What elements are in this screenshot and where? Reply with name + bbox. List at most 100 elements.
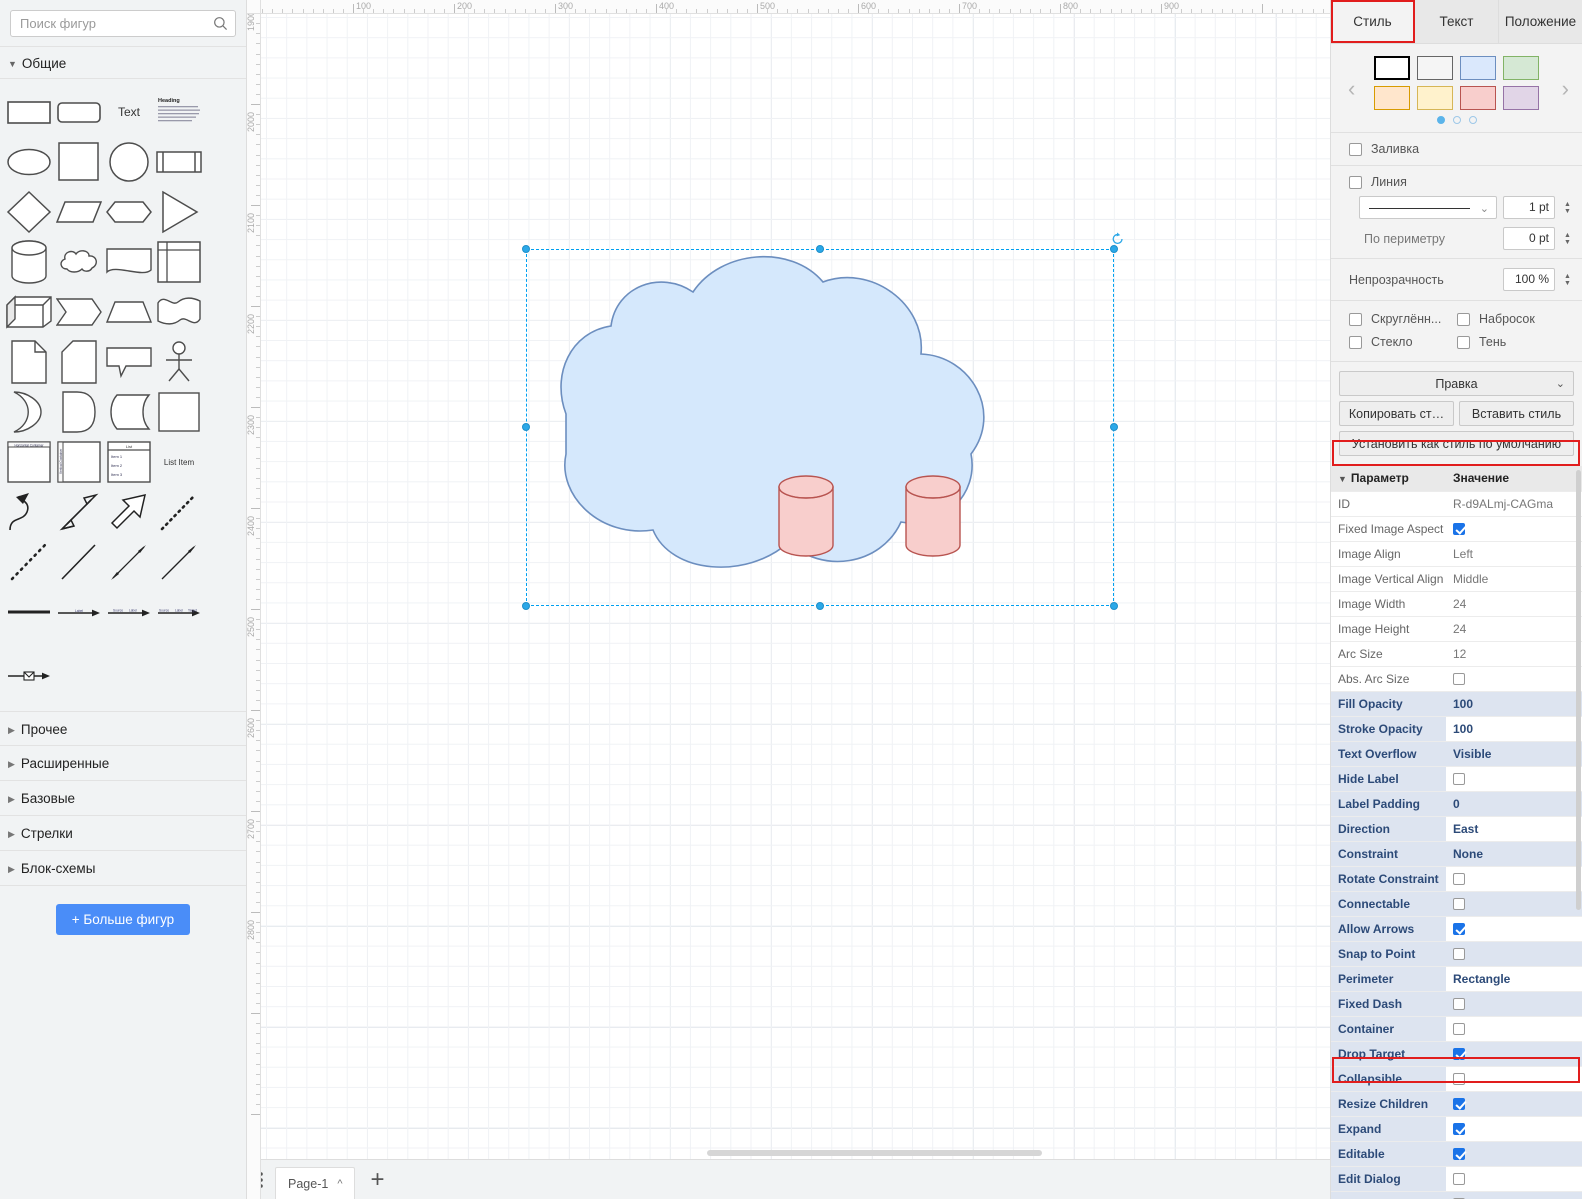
sidebar-category-strelki[interactable]: ▶ Стрелки <box>0 816 246 851</box>
shape-list[interactable]: List Item 1 Item 2 Item 3 <box>104 437 154 487</box>
property-checkbox[interactable] <box>1453 1022 1465 1035</box>
swatch-orange[interactable] <box>1374 86 1410 110</box>
option-shadow[interactable]: Тень <box>1457 335 1582 349</box>
selection-handle-ne[interactable] <box>1110 245 1118 253</box>
property-checkbox[interactable] <box>1453 897 1465 910</box>
canvas-horizontal-scrollbar[interactable] <box>707 1150 1042 1156</box>
selection-handle-e[interactable] <box>1110 423 1118 431</box>
property-value[interactable]: Visible <box>1446 741 1582 767</box>
vertical-ruler[interactable]: 1700180019002000210022002300240025002600… <box>247 14 261 1199</box>
shape-curved-arrow[interactable] <box>4 487 54 537</box>
property-value[interactable]: 100 <box>1446 716 1582 742</box>
paste-style-button[interactable]: Вставить стиль <box>1459 401 1574 426</box>
shape-cylinder[interactable] <box>4 237 54 287</box>
swatch-page-dot-3[interactable] <box>1468 116 1477 124</box>
property-value[interactable]: East <box>1446 816 1582 842</box>
copy-style-button[interactable]: Копировать ст… <box>1339 401 1454 426</box>
property-value[interactable]: 24 <box>1446 616 1582 642</box>
property-row[interactable]: Label Padding 0 <box>1331 791 1582 817</box>
property-row[interactable]: Snap to Point <box>1331 941 1582 967</box>
property-row[interactable]: Edit Dialog <box>1331 1166 1582 1192</box>
property-value[interactable]: 24 <box>1446 591 1582 617</box>
property-checkbox[interactable] <box>1453 1047 1465 1060</box>
property-row[interactable]: Rotate Constraint <box>1331 866 1582 892</box>
property-value[interactable]: Rectangle <box>1446 966 1582 992</box>
property-value[interactable] <box>1446 1141 1582 1167</box>
shape-document[interactable] <box>104 237 154 287</box>
cylinder-shape-1[interactable] <box>778 475 834 557</box>
property-row[interactable]: Image Align Left <box>1331 541 1582 567</box>
cylinder-shape-2[interactable] <box>905 475 961 557</box>
selection-handle-s[interactable] <box>816 602 824 610</box>
property-row[interactable]: Hide Label <box>1331 766 1582 792</box>
shape-cloud[interactable] <box>54 237 104 287</box>
property-value[interactable] <box>1446 666 1582 692</box>
swatch-yellow[interactable] <box>1417 86 1453 110</box>
shape-dashed-line[interactable] <box>4 537 54 587</box>
perimeter-stepper[interactable]: ▲ ▼ <box>1561 232 1574 246</box>
property-table-scrollbar[interactable] <box>1576 470 1581 910</box>
property-row[interactable]: Fill Opacity 100 <box>1331 691 1582 717</box>
shape-directional-line[interactable] <box>154 537 204 587</box>
sidebar-category-prochee[interactable]: ▶ Прочее <box>0 711 246 746</box>
property-value[interactable] <box>1446 891 1582 917</box>
shape-container[interactable] <box>154 387 204 437</box>
shape-edge-with-label-shape[interactable] <box>4 651 54 701</box>
search-shapes-box[interactable] <box>10 10 236 37</box>
property-checkbox[interactable] <box>1453 1097 1465 1110</box>
property-value[interactable] <box>1446 1091 1582 1117</box>
property-value[interactable] <box>1446 941 1582 967</box>
property-row[interactable]: Fixed Image Aspect <box>1331 516 1582 542</box>
shape-callout[interactable] <box>104 337 154 387</box>
swatch-green[interactable] <box>1503 56 1539 80</box>
shape-card[interactable] <box>54 337 104 387</box>
property-value[interactable] <box>1446 1041 1582 1067</box>
rotate-handle-icon[interactable] <box>1111 232 1125 246</box>
property-checkbox[interactable] <box>1453 522 1465 535</box>
property-row[interactable]: Container <box>1331 1016 1582 1042</box>
shape-cube[interactable] <box>4 287 54 337</box>
shape-trapezoid[interactable] <box>104 287 154 337</box>
page-tab-page-1[interactable]: Page-1 ^ <box>275 1167 356 1199</box>
tab-text[interactable]: Текст <box>1415 0 1499 43</box>
shape-internal-storage[interactable] <box>154 237 204 287</box>
shape-block-arrow[interactable] <box>104 487 154 537</box>
set-default-style-button[interactable]: Установить как стиль по умолчанию <box>1339 431 1574 456</box>
property-value[interactable] <box>1446 916 1582 942</box>
swatch-grey[interactable] <box>1417 56 1453 80</box>
property-row[interactable]: Arc Size 12 <box>1331 641 1582 667</box>
option-sketch[interactable]: Набросок <box>1457 312 1582 326</box>
line-checkbox[interactable] <box>1349 175 1362 189</box>
line-width-stepper[interactable]: ▲ ▼ <box>1561 201 1574 215</box>
shape-process[interactable] <box>154 137 204 187</box>
property-checkbox[interactable] <box>1453 772 1465 785</box>
add-page-button[interactable]: + <box>355 1160 399 1199</box>
shape-hexagon[interactable] <box>104 187 154 237</box>
property-checkbox[interactable] <box>1453 872 1465 885</box>
property-row[interactable]: Allow Arrows <box>1331 916 1582 942</box>
property-row[interactable]: Image Width 24 <box>1331 591 1582 617</box>
property-checkbox[interactable] <box>1453 1172 1465 1185</box>
shape-textbox[interactable]: Heading <box>154 87 204 137</box>
property-value[interactable] <box>1446 1066 1582 1092</box>
property-checkbox[interactable] <box>1453 1147 1465 1160</box>
property-row[interactable]: Constraint None <box>1331 841 1582 867</box>
property-value[interactable] <box>1446 516 1582 542</box>
shape-delay[interactable] <box>54 387 104 437</box>
chevron-up-icon[interactable]: ^ <box>337 1178 342 1190</box>
shape-parallelogram[interactable] <box>54 187 104 237</box>
property-row[interactable]: Connectable <box>1331 891 1582 917</box>
selection-handle-sw[interactable] <box>522 602 530 610</box>
shape-line[interactable] <box>54 537 104 587</box>
shape-actor[interactable] <box>154 337 204 387</box>
property-value[interactable]: Middle <box>1446 566 1582 592</box>
shape-circle[interactable] <box>104 137 154 187</box>
property-row[interactable]: Expand <box>1331 1116 1582 1142</box>
rounded-checkbox[interactable] <box>1349 312 1362 326</box>
shape-dual-label-arrow[interactable]: Source Label <box>104 587 154 637</box>
swatch-blue[interactable] <box>1460 56 1496 80</box>
property-row[interactable]: Background Outl… <box>1331 1191 1582 1199</box>
search-input[interactable] <box>11 11 235 36</box>
shape-list-item[interactable]: List Item <box>154 437 204 487</box>
shape-ellipse[interactable] <box>4 137 54 187</box>
